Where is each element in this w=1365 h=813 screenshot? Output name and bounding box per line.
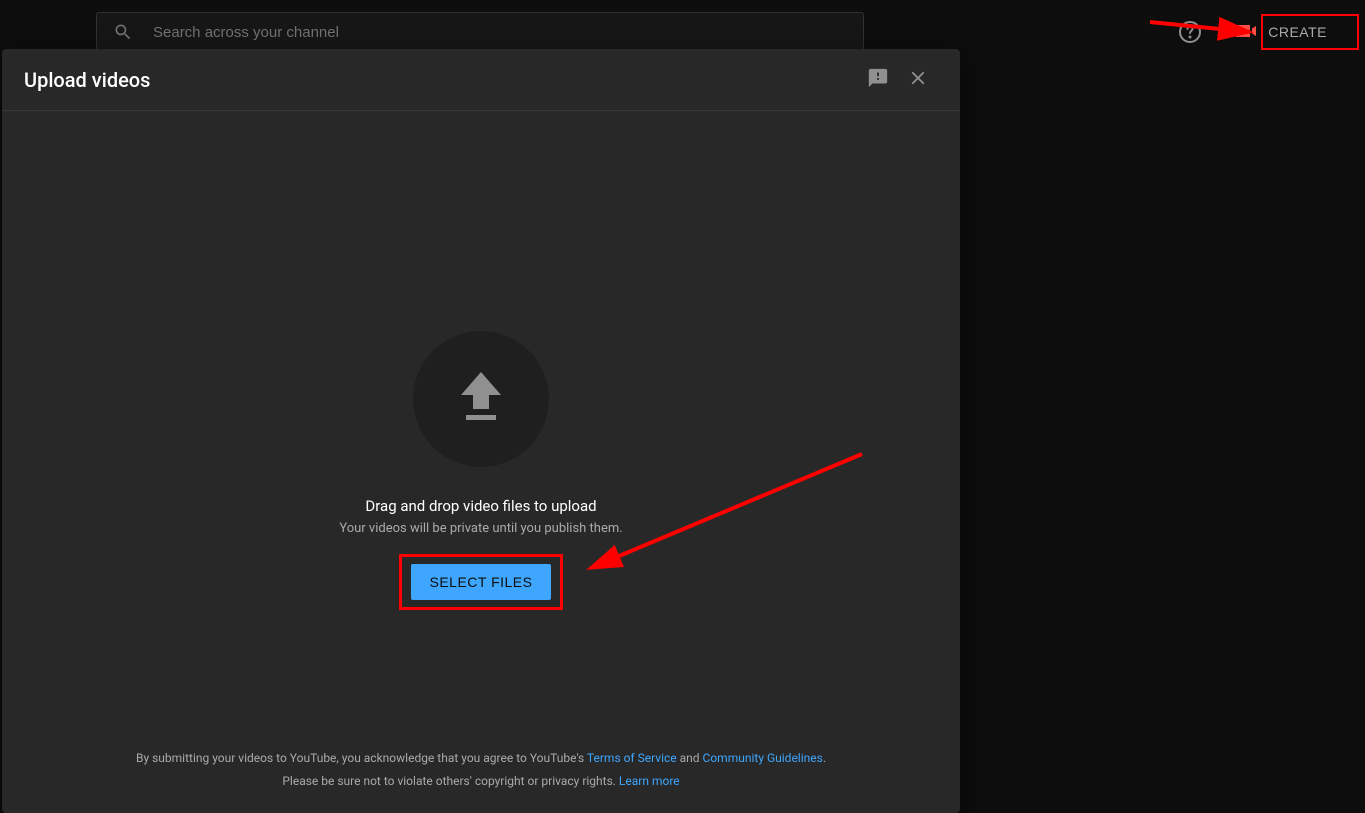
select-files-button[interactable]: SELECT FILES — [411, 564, 550, 600]
community-link[interactable]: Community Guidelines — [703, 751, 823, 765]
help-icon[interactable] — [1178, 20, 1202, 44]
feedback-button[interactable] — [858, 60, 898, 100]
upload-dialog: Upload videos Drag and drop video files … — [2, 49, 960, 813]
dialog-header: Upload videos — [2, 49, 960, 111]
search-input[interactable] — [153, 24, 847, 41]
dialog-body: Drag and drop video files to upload Your… — [2, 111, 960, 735]
topbar-right: CREATE — [1178, 15, 1341, 50]
search-container[interactable] — [96, 12, 864, 52]
create-button-label: CREATE — [1268, 24, 1327, 40]
drag-title: Drag and drop video files to upload — [365, 497, 596, 515]
footer-line-2: Please be sure not to violate others' co… — [26, 770, 936, 793]
drag-subtitle: Your videos will be private until you pu… — [339, 521, 622, 536]
close-icon — [907, 67, 929, 93]
footer-prefix: By submitting your videos to YouTube, yo… — [136, 751, 587, 765]
upload-arrow-icon — [456, 367, 506, 431]
select-files-wrapper: SELECT FILES — [411, 564, 550, 600]
feedback-icon — [867, 67, 889, 93]
create-button[interactable]: CREATE — [1220, 15, 1341, 50]
camera-plus-icon — [1234, 22, 1258, 43]
terms-link[interactable]: Terms of Service — [587, 751, 677, 765]
dialog-title: Upload videos — [24, 68, 858, 92]
footer-and: and — [677, 751, 703, 765]
footer-period: . — [823, 751, 826, 765]
footer-line-1: By submitting your videos to YouTube, yo… — [26, 747, 936, 770]
upload-drop-zone[interactable] — [413, 331, 549, 467]
learn-more-link[interactable]: Learn more — [619, 774, 680, 788]
search-icon — [113, 22, 133, 42]
footer-line2-text: Please be sure not to violate others' co… — [282, 774, 619, 788]
close-button[interactable] — [898, 60, 938, 100]
dialog-footer: By submitting your videos to YouTube, yo… — [2, 735, 960, 813]
